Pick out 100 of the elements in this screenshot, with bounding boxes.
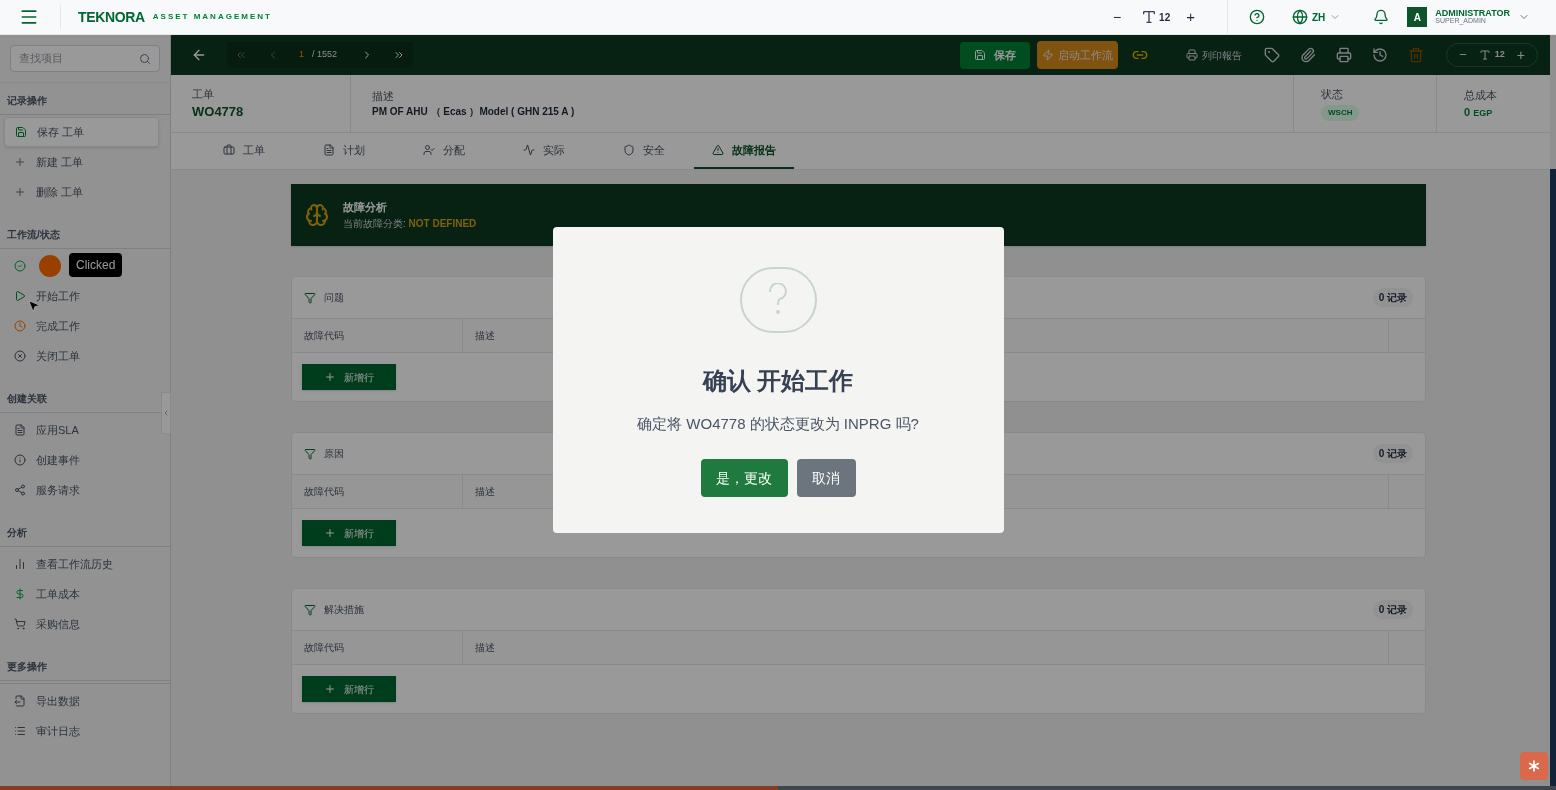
document-icon (14, 424, 26, 436)
page-current: 1 (299, 48, 304, 62)
search-icon[interactable] (139, 52, 151, 65)
banner-subtitle: 当前故障分类: NOT DEFINED (343, 216, 477, 231)
sidebar-item[interactable]: 开始工作 (4, 281, 159, 311)
tag-icon[interactable] (1264, 47, 1281, 63)
cancel-button[interactable]: 取消 (796, 459, 856, 497)
add-row-button[interactable]: 新增行 (302, 520, 396, 546)
export-icon (14, 695, 26, 707)
menu-icon[interactable] (19, 7, 39, 27)
column-header: 故障代码 (304, 485, 344, 499)
column-header: 描述 (475, 485, 495, 499)
printer-icon (1186, 49, 1199, 61)
section-title: 记录操作 (7, 95, 47, 106)
plus-icon (14, 186, 26, 198)
column-header: 描述 (475, 641, 495, 655)
add-row-button[interactable]: 新增行 (302, 676, 396, 702)
section-title: 问题 (324, 291, 344, 305)
tab[interactable]: 实际 (494, 133, 594, 169)
confirm-button[interactable]: 是，更改 (700, 459, 788, 497)
column-header: 故障代码 (304, 641, 344, 655)
field-label: 总成本 (1464, 88, 1498, 103)
play-icon (14, 290, 26, 302)
sidebar-item[interactable]: 删除 工单 (4, 177, 159, 207)
user-avatar[interactable]: A (1407, 7, 1428, 27)
sidebar-item[interactable]: 采购信息 (4, 609, 159, 639)
sidebar-item[interactable]: 工单成本 (4, 579, 159, 609)
save-button[interactable]: 保存 (960, 41, 1031, 69)
search-input[interactable]: 查找项目 (19, 50, 139, 67)
banner-title: 故障分析 (343, 200, 388, 216)
section-title: 工作流/状态 (7, 229, 60, 240)
tab[interactable]: 计划 (294, 133, 394, 169)
text-size-icon (1141, 9, 1158, 25)
filter-icon (304, 603, 316, 616)
section-title: 原因 (324, 447, 344, 461)
search-field[interactable]: 查找项目 (10, 45, 160, 72)
check-circle-icon (14, 260, 26, 272)
globe-icon (1292, 9, 1308, 25)
record-count: 0 记录 (1372, 444, 1413, 463)
first-page-icon[interactable] (235, 49, 247, 61)
sidebar-item[interactable]: 服务请求 (4, 475, 159, 505)
font-size-value: 12 (1159, 10, 1171, 25)
sidebar-item[interactable]: 导出数据 (4, 686, 159, 716)
field-label: 状态 (1321, 87, 1344, 103)
sidebar-item[interactable]: 查看工作流历史 (4, 549, 159, 579)
plus-icon (324, 527, 336, 539)
section-title: 更多操作 (7, 661, 47, 672)
tab[interactable]: 工单 (194, 133, 294, 169)
close-icon (14, 350, 26, 362)
info-icon (14, 454, 26, 466)
status-badge: WSCH (1321, 104, 1360, 121)
scrollbar[interactable] (1550, 169, 1556, 786)
font-decrease-button[interactable]: − (1459, 45, 1467, 65)
notification-icon[interactable] (1373, 9, 1390, 25)
warning-icon (712, 144, 724, 156)
save-icon (15, 126, 27, 138)
plus-icon (324, 683, 336, 695)
sidebar-item[interactable]: 关闭工单 (4, 341, 159, 371)
user-icon (423, 144, 435, 156)
printer-icon[interactable] (1336, 47, 1353, 63)
history-icon[interactable] (1372, 47, 1389, 63)
sidebar-item[interactable]: 保存 工单 (4, 117, 159, 147)
list-icon (14, 725, 26, 737)
font-size-value: 12 (1494, 48, 1505, 62)
print-report-button[interactable]: 列印報告 (1186, 47, 1243, 63)
logo: TEKNORA (78, 7, 145, 27)
document-icon (323, 144, 335, 156)
field-value: WO4778 (192, 103, 245, 121)
tab[interactable]: 分配 (394, 133, 494, 169)
sidebar-item[interactable]: 应用SLA (4, 415, 159, 445)
language-selector[interactable]: ZH (1292, 9, 1342, 25)
filter-icon (304, 291, 316, 304)
sidebar-item[interactable]: Clicked (4, 251, 159, 281)
filter-icon (304, 447, 316, 460)
tab[interactable]: 故障报告 (694, 133, 794, 169)
add-row-button[interactable]: 新增行 (302, 364, 396, 390)
user-name: ADMINISTRATOR (1435, 9, 1510, 17)
section-title: 创建关联 (7, 393, 47, 404)
font-increase-button[interactable]: + (1182, 5, 1199, 29)
shield-icon (623, 144, 635, 156)
dollar-icon (14, 588, 26, 600)
help-icon[interactable] (1249, 9, 1265, 25)
tab[interactable]: 安全 (594, 133, 694, 169)
column-header: 描述 (475, 329, 495, 343)
field-value: PM OF AHU （ Ecas ）Model ( GHN 215 A ) (372, 105, 576, 120)
sidebar-item[interactable]: 创建事件 (4, 445, 159, 475)
save-icon (974, 49, 987, 61)
sidebar-item[interactable]: 新建 工单 (4, 147, 159, 177)
back-icon[interactable] (191, 47, 207, 63)
section-title: 分析 (7, 527, 27, 538)
paperclip-icon[interactable] (1300, 47, 1317, 63)
text-size-icon (1478, 49, 1491, 61)
sidebar-item[interactable]: 审计日志 (4, 716, 159, 746)
cart-icon (14, 618, 26, 630)
lightning-icon (1042, 49, 1055, 61)
collapse-handle[interactable] (161, 392, 171, 434)
font-decrease-button[interactable]: − (1108, 6, 1126, 28)
assistant-button[interactable] (1520, 752, 1548, 780)
sidebar-item[interactable]: 完成工作 (4, 311, 159, 341)
font-increase-button[interactable]: + (1516, 44, 1525, 66)
